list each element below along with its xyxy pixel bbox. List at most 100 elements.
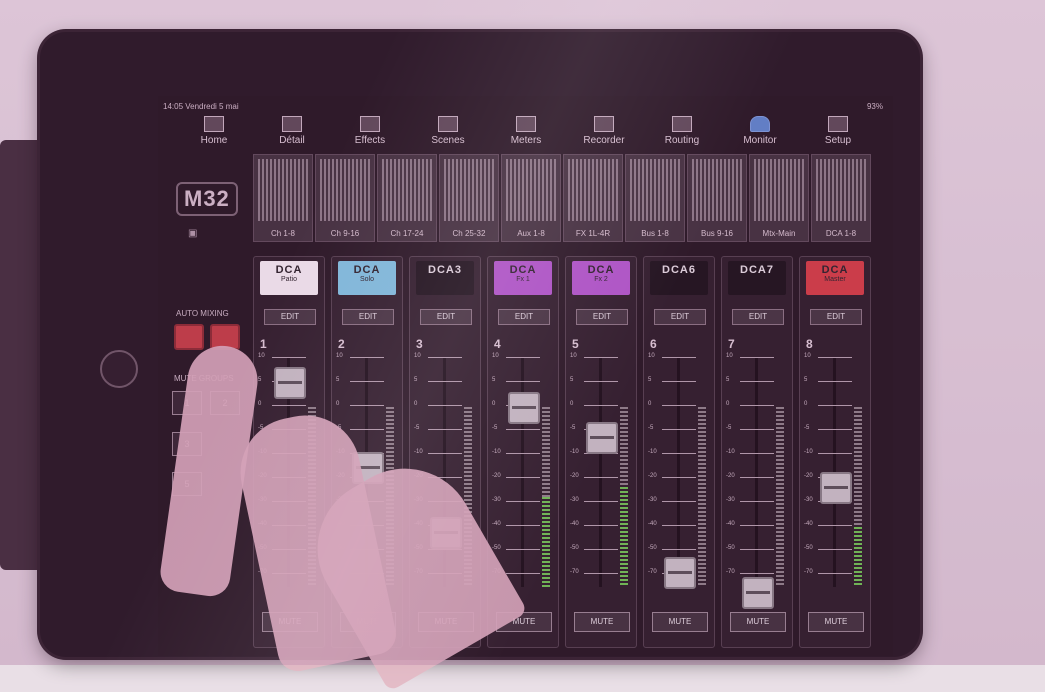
mute-button[interactable]: MUTE	[652, 612, 708, 632]
mute-button[interactable]: MUTE	[808, 612, 864, 632]
nav-home[interactable]: Home	[178, 116, 250, 146]
edit-button[interactable]: EDIT	[342, 309, 394, 325]
nav-monitor[interactable]: Monitor	[724, 116, 796, 146]
scale-tick	[272, 405, 306, 406]
mute-button[interactable]: MUTE	[262, 612, 318, 632]
channel-strip: DCA7 EDIT 7 10 5 0 -5 -10 -20 -30 -40 -50 -70 MUTE	[721, 256, 793, 648]
nav-effects[interactable]: Effects	[334, 116, 406, 146]
scribble-strip[interactable]: DCA Fx 2	[572, 261, 630, 295]
edit-button[interactable]: EDIT	[732, 309, 784, 325]
scale-tick	[428, 405, 462, 406]
scale-tick	[740, 501, 774, 502]
edit-button[interactable]: EDIT	[810, 309, 862, 325]
fader-knob[interactable]	[742, 577, 774, 609]
scribble-strip[interactable]: DCA7	[728, 261, 786, 295]
mute-button[interactable]: MUTE	[340, 612, 396, 632]
nav-recorder[interactable]: Recorder	[568, 116, 640, 146]
nav-label: Meters	[510, 135, 542, 146]
scale-label: -30	[804, 497, 813, 503]
scale-label: -50	[648, 545, 657, 551]
scribble-strip[interactable]: DCA6	[650, 261, 708, 295]
home-hardware-button[interactable]	[100, 350, 138, 388]
edit-button[interactable]: EDIT	[654, 309, 706, 325]
fader-knob[interactable]	[274, 367, 306, 399]
nav-routing[interactable]: Routing	[646, 116, 718, 146]
channel-strip: DCA Patio EDIT 1 10 5 0 -5 -10 -20 -30 -40 -50 -70 MUT…	[253, 256, 325, 648]
scale-label: -20	[258, 473, 267, 479]
nav-scenes[interactable]: Scenes	[412, 116, 484, 146]
mute-button[interactable]: MUTE	[496, 612, 552, 632]
scale-label: -70	[492, 569, 501, 575]
fader-knob[interactable]	[820, 472, 852, 504]
auto-mix-button-2[interactable]	[210, 324, 240, 350]
auto-mix-button-1[interactable]	[174, 324, 204, 350]
scale-label: -50	[492, 545, 501, 551]
meter-bank[interactable]: Ch 17-24	[377, 154, 437, 242]
scale-label: -30	[336, 497, 345, 503]
level-meter-signal	[542, 497, 550, 587]
scale-tick	[818, 525, 852, 526]
scale-label: -10	[492, 449, 501, 455]
scale-label: -70	[570, 569, 579, 575]
mute-group-1[interactable]: 1	[172, 391, 202, 415]
scribble-strip[interactable]: DCA Patio	[260, 261, 318, 295]
scribble-strip[interactable]: DCA Master	[806, 261, 864, 295]
scribble-strip[interactable]: DCA Fx 1	[494, 261, 552, 295]
meter-bank[interactable]: Ch 25-32	[439, 154, 499, 242]
meter-bank[interactable]: Bus 9-16	[687, 154, 747, 242]
scale-label: -70	[258, 569, 267, 575]
fader-knob[interactable]	[664, 557, 696, 589]
nav-label: Routing	[664, 135, 700, 146]
scale-tick	[662, 357, 696, 358]
scale-label: 5	[726, 377, 730, 383]
fader-knob[interactable]	[586, 422, 618, 454]
fader-track	[599, 357, 602, 587]
meter-bank[interactable]: DCA 1-8	[811, 154, 871, 242]
scale-tick	[818, 381, 852, 382]
scale-label: -70	[726, 569, 735, 575]
scale-label: -20	[336, 473, 345, 479]
meter-grid	[444, 159, 494, 221]
mute-button[interactable]: MUTE	[418, 612, 474, 632]
scale-tick	[506, 429, 540, 430]
scale-label: 10	[336, 353, 343, 359]
scale-label: 5	[492, 377, 496, 383]
scribble-title: DCA	[587, 264, 615, 276]
scribble-strip[interactable]: DCA Solo	[338, 261, 396, 295]
scribble-strip[interactable]: DCA3	[416, 261, 474, 295]
scale-label: 5	[570, 377, 574, 383]
mute-group-5[interactable]: 5	[172, 472, 202, 496]
scale-tick	[584, 549, 618, 550]
nav-dtail[interactable]: Détail	[256, 116, 328, 146]
edit-button[interactable]: EDIT	[420, 309, 472, 325]
fader-knob[interactable]	[430, 517, 462, 549]
meter-bank[interactable]: FX 1L-4R	[563, 154, 623, 242]
scale-tick	[740, 453, 774, 454]
m32-logo: M32	[176, 182, 238, 216]
nav-meters[interactable]: Meters	[490, 116, 562, 146]
fader-knob[interactable]	[508, 392, 540, 424]
meter-bank[interactable]: Aux 1-8	[501, 154, 561, 242]
meter-bank[interactable]: Bus 1-8	[625, 154, 685, 242]
scale-tick	[740, 381, 774, 382]
mute-button[interactable]: MUTE	[730, 612, 786, 632]
meter-bank[interactable]: Mtx-Main	[749, 154, 809, 242]
scale-tick	[350, 549, 384, 550]
mute-group-2[interactable]: 2	[210, 391, 240, 415]
scale-label: -30	[258, 497, 267, 503]
scale-tick	[428, 501, 462, 502]
edit-button[interactable]: EDIT	[576, 309, 628, 325]
scale-tick	[428, 549, 462, 550]
mute-group-3[interactable]: 3	[172, 432, 202, 456]
meter-bank[interactable]: Ch 1-8	[253, 154, 313, 242]
mute-button[interactable]: MUTE	[574, 612, 630, 632]
fader-knob[interactable]	[352, 452, 384, 484]
meter-bank[interactable]: Ch 9-16	[315, 154, 375, 242]
scale-tick	[740, 549, 774, 550]
channel-strip: DCA Fx 2 EDIT 5 10 5 0 -5 -10 -20 -30 -40 -50 -70 MUTE	[565, 256, 637, 648]
fader-track	[443, 357, 446, 587]
edit-button[interactable]: EDIT	[498, 309, 550, 325]
edit-button[interactable]: EDIT	[264, 309, 316, 325]
nav-setup[interactable]: Setup	[802, 116, 874, 146]
level-meter	[698, 407, 706, 587]
